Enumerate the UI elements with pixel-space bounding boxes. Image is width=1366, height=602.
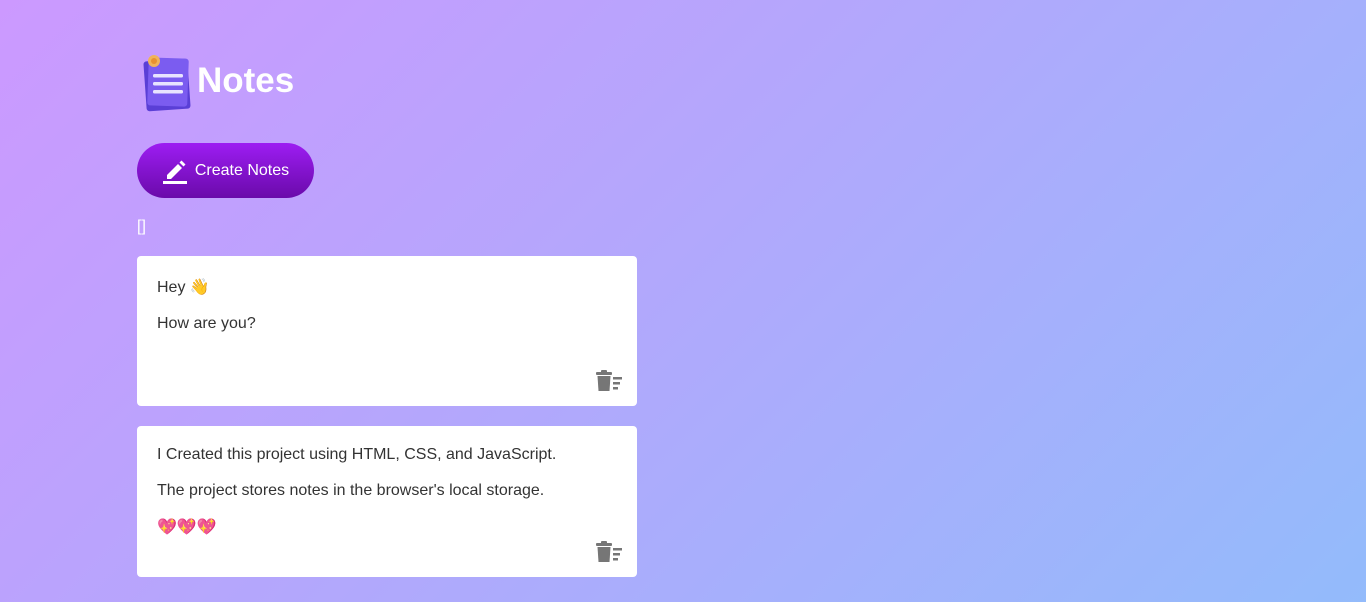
note-line[interactable]: I Created this project using HTML, CSS, …	[157, 444, 617, 465]
note-line[interactable]: The project stores notes in the browser'…	[157, 480, 617, 501]
note-line[interactable]: Hey 👋	[157, 277, 617, 298]
create-notes-label: Create Notes	[194, 161, 290, 179]
note-line[interactable]: How are you?	[157, 313, 617, 334]
note-line[interactable]: 💖💖💖	[157, 516, 617, 537]
note-card[interactable]: I Created this project using HTML, CSS, …	[137, 426, 637, 577]
app-header: Notes	[141, 52, 294, 112]
note-card[interactable]: Hey 👋 How are you?	[137, 256, 637, 406]
debug-output: []	[137, 218, 146, 235]
trash-icon[interactable]	[595, 370, 623, 392]
trash-icon[interactable]	[595, 541, 623, 563]
pencil-icon	[162, 158, 188, 184]
create-notes-button[interactable]: Create Notes	[137, 143, 314, 198]
app-title: Notes	[197, 61, 295, 100]
notepad-icon	[141, 52, 193, 112]
